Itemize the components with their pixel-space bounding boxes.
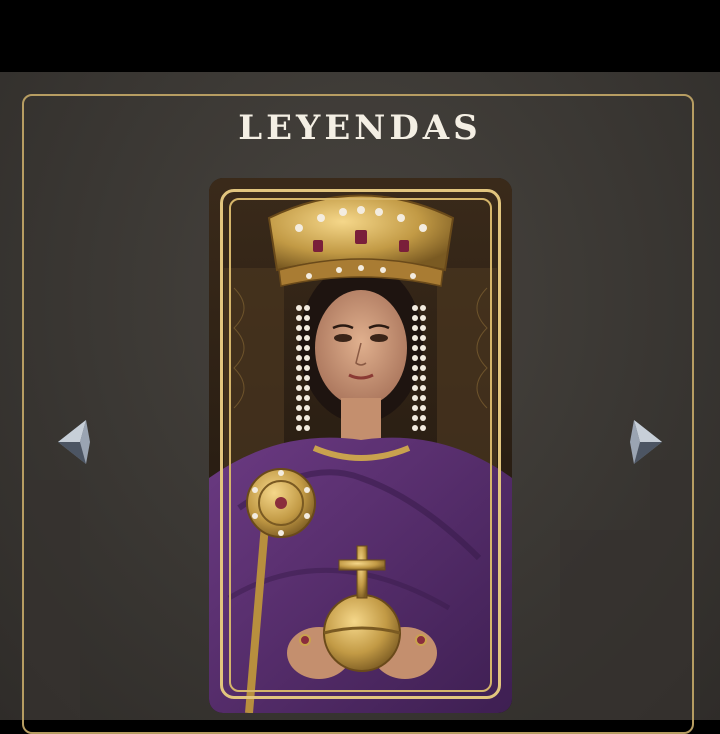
top-bar (0, 0, 720, 72)
next-legend-button[interactable] (626, 417, 664, 467)
chevron-left-gem-icon (58, 420, 90, 464)
previous-legend-button[interactable] (56, 417, 94, 467)
chevron-right-gem-icon (630, 420, 662, 464)
screen-title: LEYENDAS (238, 108, 482, 148)
empress-portrait (209, 178, 512, 713)
legend-card[interactable] (209, 178, 512, 713)
